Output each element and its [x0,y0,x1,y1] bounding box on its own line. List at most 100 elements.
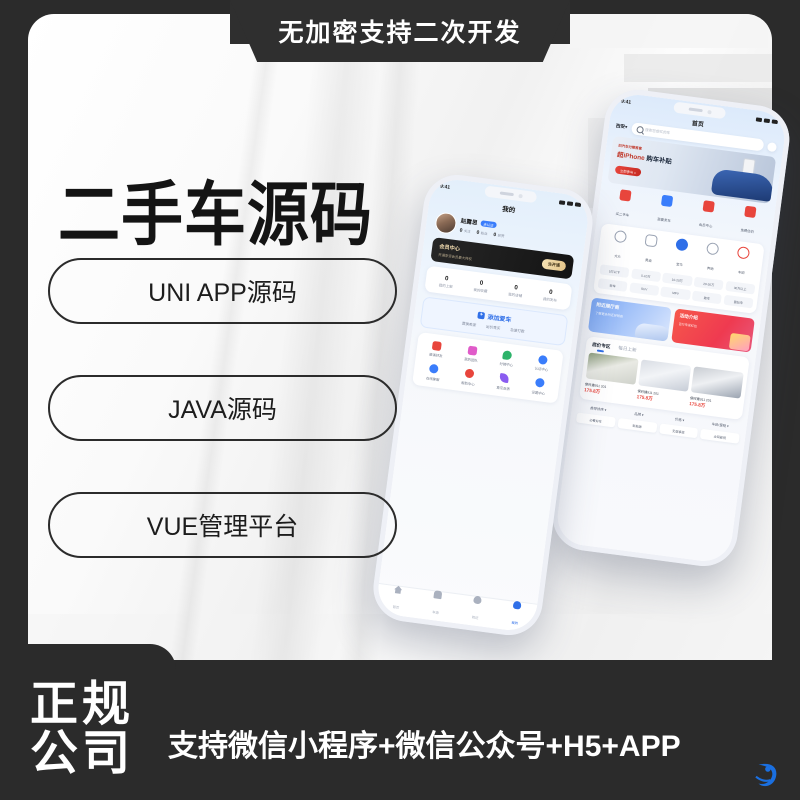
feature-pill-java: JAVA源码 [48,375,397,441]
signal-icon [755,116,763,122]
service-item[interactable]: 我的团队 [453,343,490,364]
profile-stat[interactable]: 0 我的上架 [428,272,465,290]
brand-label: 大众 [613,253,622,259]
service-item[interactable]: 意见反馈 [485,371,522,392]
price-chip[interactable]: 5-10万 [630,268,662,283]
battery-icon [771,118,779,124]
company-badge-line2: 公司 [30,725,135,782]
service-item[interactable]: 在线客服 [415,362,452,383]
company-badge: 正规 公司 [30,680,170,778]
brand-item[interactable]: 奥迪 [632,233,667,269]
watermark-logo-icon [755,763,777,787]
volkswagen-logo-icon [613,229,627,244]
bmw-logo-icon [675,237,689,252]
price-chip[interactable]: 5万以下 [599,264,630,279]
promo-card-showroom[interactable]: 附近展厅商 了解更多附近经销商 [587,297,672,342]
status-badge[interactable]: 未认证 [480,220,497,229]
tab-nearby[interactable]: 附近 [455,594,498,626]
plus-icon: + [477,311,486,319]
service-item[interactable]: 帮助中心 [450,367,487,388]
body-chip[interactable]: MPV [660,286,691,301]
profile-stat[interactable]: 0 我的店铺 [497,282,534,300]
user-stat[interactable]: 0 关注 [459,227,471,234]
feature-pill-uni-app: UNI APP源码 [48,258,397,324]
wifi-icon [566,200,574,206]
tab-label: 车源 [432,609,440,615]
tab-label: 首页 [392,604,400,610]
tab-profile[interactable]: 我的 [494,599,537,631]
banner-text: 旧汽车分期首套 超iPhone 购车补贴 立即参与 > [614,143,673,183]
feature-pill-label: JAVA源码 [168,396,277,424]
car-card[interactable]: 保时捷911 201 175.8万 [636,359,692,406]
user-stat[interactable]: 0 获赞 [493,232,505,239]
wifi-icon [763,117,771,123]
car-card[interactable]: 保时捷911 201 175.8万 [584,352,639,400]
home-icon [394,585,403,594]
tab-lowest-price[interactable]: 底价专区 [592,342,611,350]
price-chip[interactable]: 30万以上 [725,280,756,295]
brand-label: 宝马 [675,262,683,267]
feedback-icon [499,373,510,384]
filter-sort[interactable]: 推荐排序 ▾ [578,404,619,414]
promo-card-activity[interactable]: 活动介绍 百万车发红包 [671,308,755,353]
filter-brand[interactable]: 品牌 ▾ [618,409,659,419]
price-chip[interactable]: 10-20万 [662,272,693,287]
user-stat-value: 0 [493,231,497,238]
appraisal-icon [743,205,757,218]
brand-item[interactable]: 奔驰 [694,241,729,277]
user-stat-label: 获赞 [497,233,505,239]
avatar[interactable] [434,211,458,235]
filter-label: 车龄/里程 [711,422,727,429]
invite-icon [432,340,443,351]
banner-cta-button[interactable]: 立即参与 > [614,165,642,177]
banner-car-graphic [710,168,776,203]
body-chip[interactable]: 轿车 [597,278,628,292]
company-badge-line1: 正规 [30,676,135,733]
category-item[interactable]: 会员中心 [684,198,730,234]
filter-age-mileage[interactable]: 车龄/里程 ▾ [700,420,741,430]
service-item[interactable]: 设置中心 [520,376,557,397]
sell-car-icon [660,194,673,208]
filter-price[interactable]: 价格 ▾ [659,414,700,424]
message-icon[interactable] [766,141,778,152]
price-chip[interactable]: 20-30万 [693,276,724,291]
brand-label: 奥迪 [644,258,652,263]
tab-label: 附近 [471,615,479,620]
service-item[interactable]: 认证中心 [524,353,561,374]
service-item[interactable]: 分销中心 [488,348,525,369]
body-chip[interactable]: SUV [629,282,660,297]
category-item[interactable]: 买二手车 [601,187,647,223]
tab-home[interactable]: 首页 [375,583,418,615]
category-item[interactable]: 免费估价 [726,204,772,240]
profile-stat[interactable]: 0 我的发布 [532,286,569,304]
car-card[interactable]: 保时捷911 201 175.8万 [689,366,744,413]
brand-item[interactable]: 宝马 [663,237,698,273]
service-item[interactable]: 邀请好友 [418,339,455,360]
team-icon [467,345,478,356]
add-car-title: 添加爱车 [487,314,512,324]
user-stat-value: 0 [476,229,480,236]
page-title: 二手车源码 [58,173,374,256]
feature-pill-label: UNI APP源码 [148,279,297,307]
promo-gift-icon [728,332,751,352]
vip-activate-button[interactable]: 去开通 [541,258,567,272]
add-car-sub: 急速打款 [510,327,525,334]
signal-icon [558,199,566,205]
location-label: 西安 [615,123,626,130]
brand-item[interactable]: 大众 [601,229,636,265]
status-time: 9:41 [620,98,632,106]
body-chip[interactable]: 面包车 [723,294,754,309]
tab-daily-new[interactable]: 每日上新 [618,345,637,353]
location-selector[interactable]: 西安▾ [615,123,628,130]
battery-icon [574,201,582,207]
category-item[interactable]: 我要卖车 [642,193,688,229]
profile-stat[interactable]: 0 我的收藏 [463,277,500,295]
body-chip[interactable]: 跑车 [691,290,723,305]
user-stat[interactable]: 0 粉丝 [476,229,488,236]
user-stat-label: 粉丝 [480,231,488,236]
service-icon [429,363,440,374]
tab-cars[interactable]: 车源 [415,588,458,620]
brand-item[interactable]: 丰田 [725,245,760,281]
category-label: 买二手车 [615,211,630,218]
mercedes-logo-icon [706,242,720,256]
